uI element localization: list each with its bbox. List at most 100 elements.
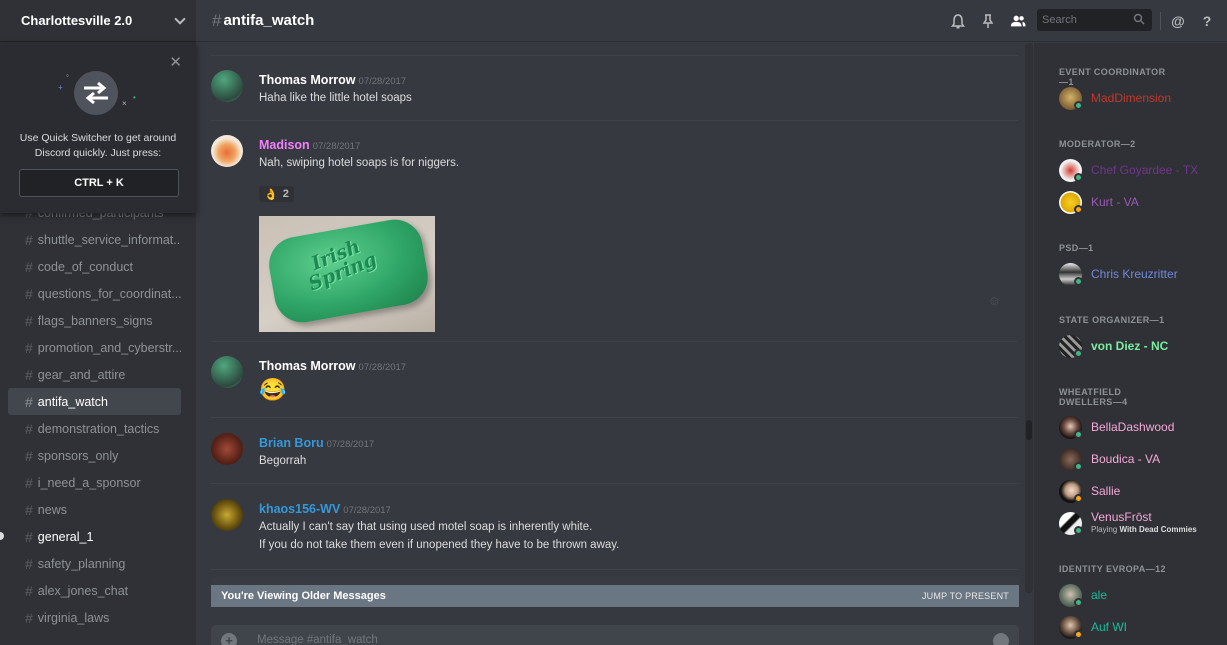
channel-item[interactable]: # news	[8, 496, 181, 523]
member-item[interactable]: Sallie	[1059, 478, 1224, 504]
hash-icon: #	[25, 501, 33, 518]
channel-item[interactable]: # code_of_conduct	[8, 253, 181, 280]
member-item[interactable]: Auf WI	[1059, 614, 1224, 640]
hash-icon: #	[25, 609, 33, 626]
member-list-icon[interactable]	[1010, 13, 1026, 29]
composer-input[interactable]: Message #antifa_watch	[257, 634, 378, 645]
message-text: Actually I can't say that using used mot…	[259, 521, 593, 533]
channel-label: i_need_a_sponsor	[37, 475, 141, 490]
scrollbar-thumb[interactable]	[1026, 420, 1032, 440]
member-name: Auf WI	[1091, 620, 1128, 634]
channel-item-active[interactable]: # antifa_watch	[8, 388, 181, 415]
hash-icon: #	[25, 528, 33, 545]
role-header: IDENTITY EVROPA—12	[1059, 564, 1166, 574]
message-author[interactable]: Thomas Morrow	[259, 359, 356, 373]
channel-label: news	[37, 502, 67, 517]
channel-label: shuttle_service_informat...	[37, 232, 181, 247]
channel-item[interactable]: # shuttle_service_informat...	[8, 226, 181, 253]
message-emoji: 😂	[259, 377, 287, 402]
reaction-count: 2	[282, 188, 289, 200]
message-list: Thomas Morrow 07/28/2017 Haha like the li…	[196, 43, 1033, 593]
member-item[interactable]: Chris Kreuzritter	[1059, 261, 1224, 287]
mentions-icon[interactable]: @	[1170, 13, 1186, 29]
channel-item[interactable]: # promotion_and_cyberstr...	[8, 334, 181, 361]
message-author[interactable]: Brian Boru	[259, 436, 324, 450]
quick-switcher-popout: ✕ ◦ + • × Use Quick Switcher to get arou…	[0, 43, 196, 213]
channel-item-unread[interactable]: # general_1	[0, 523, 181, 550]
channel-label: code_of_conduct	[37, 259, 134, 274]
channel-label: sponsors_only	[37, 448, 119, 463]
avatar[interactable]	[211, 499, 243, 531]
status-online-indicator	[1074, 598, 1083, 607]
channel-item[interactable]: # demonstration_tactics	[8, 415, 181, 442]
member-item[interactable]: Chef Goyardee - TX	[1059, 157, 1224, 183]
hint-line: Discord quickly. Just press:	[34, 147, 162, 159]
quick-switcher-hint: Use Quick Switcher to get around Discord…	[10, 131, 186, 161]
member-item[interactable]: BellaDashwood	[1059, 414, 1224, 440]
activity-prefix: Playing	[1091, 525, 1120, 534]
hash-icon: #	[25, 231, 33, 248]
soap-brand: Irish Spring	[299, 233, 379, 295]
member-item[interactable]: VenusFrōst Playing With Dead Commies	[1059, 510, 1224, 536]
member-item[interactable]: Kurt - VA	[1059, 189, 1224, 215]
channel-item[interactable]: # gear_and_attire	[8, 361, 181, 388]
avatar[interactable]	[211, 70, 243, 102]
status-idle-indicator	[1074, 494, 1083, 503]
status-idle-indicator	[1074, 205, 1083, 214]
message-author[interactable]: Thomas Morrow	[259, 73, 356, 87]
member-name: MadDimension	[1091, 91, 1172, 105]
pin-icon[interactable]	[980, 13, 996, 29]
close-icon[interactable]: ✕	[169, 53, 182, 71]
channel-item[interactable]: # virginia_laws	[8, 604, 181, 631]
channel-item[interactable]: # i_need_a_sponsor	[8, 469, 181, 496]
message-composer[interactable]: + Message #antifa_watch	[211, 625, 1019, 645]
sparkle-icon: ◦	[66, 71, 69, 80]
member-name: Kurt - VA	[1091, 195, 1139, 209]
attachment-image[interactable]: Irish Spring	[259, 215, 435, 332]
member-item[interactable]: MadDimension	[1059, 85, 1224, 111]
hash-icon: #	[25, 339, 33, 356]
chevron-down-icon[interactable]	[174, 12, 186, 25]
channel-item[interactable]: # safety_planning	[8, 550, 181, 577]
message-author[interactable]: Madison	[259, 138, 310, 152]
message-text: Begorrah	[259, 455, 307, 467]
member-item[interactable]: Boudica - VA	[1059, 446, 1224, 472]
channel-label: antifa_watch	[37, 394, 108, 409]
channel-item[interactable]: # alex_jones_chat	[8, 577, 181, 604]
avatar[interactable]	[211, 135, 243, 167]
avatar[interactable]	[211, 433, 243, 465]
shortcut-key[interactable]: CTRL + K	[19, 169, 179, 197]
message: Madison 07/28/2017 Nah, swiping hotel soa…	[211, 135, 1021, 335]
message-timestamp: 07/28/2017	[358, 362, 407, 373]
member-name: Chris Kreuzritter	[1091, 267, 1178, 281]
help-icon[interactable]: ?	[1199, 13, 1215, 29]
older-messages-bar: You're Viewing Older Messages JUMP TO PR…	[211, 585, 1019, 607]
member-item[interactable]: ale	[1059, 582, 1224, 608]
member-item[interactable]: von Diez - NC	[1059, 333, 1224, 359]
status-online-indicator	[1074, 462, 1083, 471]
role-header: EVENT COORDINATOR—1	[1059, 67, 1166, 87]
member-name: BellaDashwood	[1091, 420, 1175, 434]
message-timestamp: 07/28/2017	[312, 141, 361, 152]
sparkle-icon: ×	[122, 99, 127, 108]
message-author[interactable]: khaos156-WV	[259, 502, 340, 516]
scrollbar[interactable]	[1025, 43, 1033, 593]
channel-label: general_1	[37, 529, 94, 544]
channel-item[interactable]: # sponsors_only	[8, 442, 181, 469]
status-online-indicator	[1074, 349, 1083, 358]
add-reaction-icon[interactable]: ☺	[988, 293, 1001, 308]
soap-bar: Irish Spring	[264, 215, 433, 327]
avatar[interactable]	[211, 356, 243, 388]
search-input[interactable]: Search	[1037, 9, 1152, 31]
channel-item[interactable]: # questions_for_coordinat...	[8, 280, 181, 307]
switch-arrows-icon	[74, 71, 118, 115]
emoji-picker-icon[interactable]	[993, 633, 1009, 645]
server-header[interactable]: Charlottesville 2.0	[0, 0, 196, 42]
bell-icon[interactable]	[950, 13, 966, 29]
reaction[interactable]: 👌 2	[259, 186, 294, 202]
channel-item[interactable]: # flags_banners_signs	[8, 307, 181, 334]
hash-icon: #	[25, 420, 33, 437]
jump-to-present-button[interactable]: JUMP TO PRESENT	[922, 591, 1009, 601]
message-text: Nah, swiping hotel soaps is for niggers.	[259, 157, 460, 169]
upload-plus-icon[interactable]: +	[221, 633, 237, 645]
